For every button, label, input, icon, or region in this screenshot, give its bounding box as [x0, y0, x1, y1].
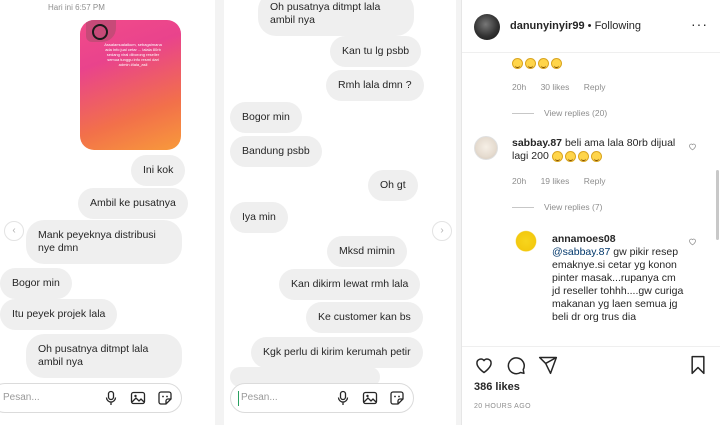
grinning-emoji-icon: [538, 57, 549, 69]
grinning-emoji-icon: [525, 57, 536, 69]
message-bubble: Kgk perlu di kirim kerumah petir: [251, 337, 423, 368]
share-icon[interactable]: [538, 355, 558, 375]
message-bubble: Kan dikirm lewat rmh lala: [279, 269, 421, 300]
shared-story-thumbnail[interactable]: Assalamualaikum, sebagaimana ada info ju…: [80, 20, 181, 150]
avatar[interactable]: [474, 136, 498, 160]
comment-username[interactable]: sabbay.87: [512, 137, 562, 149]
message-bubble: Oh pusatnya ditmpt lala ambil nya: [26, 334, 182, 378]
comment-meta: 20h 30 likes Reply: [512, 82, 618, 92]
reply-comment-text: annamoes08 @sabbay.87 gw pikir resep ema…: [552, 233, 686, 324]
likes-count[interactable]: 386 likes: [474, 381, 520, 393]
view-replies-button[interactable]: View replies (7): [512, 202, 602, 212]
scrollbar[interactable]: [716, 170, 719, 240]
comment-mention[interactable]: @sabbay.87: [552, 246, 610, 258]
view-replies-label[interactable]: View replies (20): [544, 108, 607, 118]
replies-line: [512, 113, 534, 115]
like-comment-heart-icon[interactable]: [688, 237, 697, 246]
header-separator: •: [587, 20, 592, 32]
actions-divider: [462, 346, 720, 347]
message-bubble: Oh gt: [368, 170, 418, 201]
microphone-icon[interactable]: [335, 390, 351, 406]
message-bubble: Bogor min: [230, 102, 302, 133]
message-bubble: Rmh lala dmn ?: [326, 70, 424, 101]
grinning-emoji-icon: [512, 57, 523, 69]
comment-time: 20h: [512, 176, 527, 186]
next-arrow-icon[interactable]: ›: [432, 221, 452, 241]
grinning-emoji-icon: [564, 150, 576, 162]
microphone-icon[interactable]: [103, 390, 119, 406]
comment-emoji-row: [512, 57, 564, 70]
message-bubble: Iya min: [230, 202, 288, 233]
panel-separator: [215, 0, 224, 425]
comment-text: sabbay.87 beli ama lala 80rb dijual lagi…: [512, 137, 692, 163]
sticker-icon[interactable]: [389, 390, 405, 406]
message-bubble: Kan tu lg psbb: [330, 36, 422, 67]
image-icon[interactable]: [362, 390, 378, 406]
post-panel: danunyinyir99 • Following ··· 20h 30 lik…: [461, 0, 720, 425]
message-composer[interactable]: Pesan...: [0, 383, 182, 413]
post-timestamp: 20 HOURS AGO: [474, 403, 531, 410]
previous-arrow-icon[interactable]: ‹: [4, 221, 24, 241]
comment-time: 20h: [512, 82, 527, 92]
message-input[interactable]: Pesan...: [3, 392, 40, 403]
message-input[interactable]: Pesan...: [241, 392, 278, 403]
comment-likes[interactable]: 19 likes: [541, 176, 570, 186]
comment-icon[interactable]: [506, 355, 526, 375]
message-bubble: Ini kok: [131, 155, 186, 186]
comment-meta: 20h 19 likes Reply: [512, 176, 618, 186]
avatar[interactable]: [474, 14, 500, 40]
text-cursor: [238, 391, 239, 406]
comment-likes[interactable]: 30 likes: [541, 82, 570, 92]
view-replies-label[interactable]: View replies (7): [544, 202, 602, 212]
like-comment-heart-icon[interactable]: [688, 142, 697, 151]
message-bubble: Oh pusatnya ditmpt lala ambil nya: [258, 0, 414, 36]
replies-line: [512, 207, 534, 209]
more-options-icon[interactable]: ···: [691, 16, 708, 32]
comment-username[interactable]: annamoes08: [552, 233, 616, 245]
story-avatar-ring: [92, 24, 108, 40]
message-bubble: Mksd mimin: [327, 236, 408, 267]
bookmark-icon[interactable]: [688, 355, 708, 375]
message-bubble: Mank peyeknya distribusi nye dmn: [26, 220, 182, 264]
grinning-emoji-icon: [551, 150, 563, 162]
grinning-emoji-icon: [551, 57, 562, 69]
chat-panel-right: Oh pusatnya ditmpt lala ambil nya Kan tu…: [224, 0, 456, 425]
post-header: danunyinyir99 • Following: [510, 20, 641, 32]
message-bubble: Bandung psbb: [230, 136, 322, 167]
message-composer[interactable]: Pesan...: [230, 383, 414, 413]
grinning-emoji-icon: [590, 150, 602, 162]
message-bubble: Bogor min: [0, 268, 72, 299]
grinning-emoji-icon: [577, 150, 589, 162]
reply-button[interactable]: Reply: [584, 82, 606, 92]
image-icon[interactable]: [130, 390, 146, 406]
chat-panel-left: Hari ini 6:57 PM Assalamualaikum, sebaga…: [0, 0, 215, 425]
chat-date-label: Hari ini 6:57 PM: [48, 3, 105, 12]
message-bubble: Ambil ke pusatnya: [78, 188, 188, 219]
heart-icon[interactable]: [474, 355, 494, 375]
message-bubble: Ke customer kan bs: [306, 302, 423, 333]
sticker-icon[interactable]: [157, 390, 173, 406]
reply-button[interactable]: Reply: [584, 176, 606, 186]
follow-status[interactable]: Following: [595, 20, 641, 32]
story-caption: Assalamualaikum, sebagaimana ada info ju…: [104, 42, 162, 67]
post-username[interactable]: danunyinyir99: [510, 20, 585, 32]
view-replies-button[interactable]: View replies (20): [512, 108, 607, 118]
header-divider: [462, 52, 720, 53]
post-actions: [474, 355, 558, 375]
avatar[interactable]: [514, 228, 538, 252]
message-bubble: Itu peyek projek lala: [0, 299, 118, 330]
